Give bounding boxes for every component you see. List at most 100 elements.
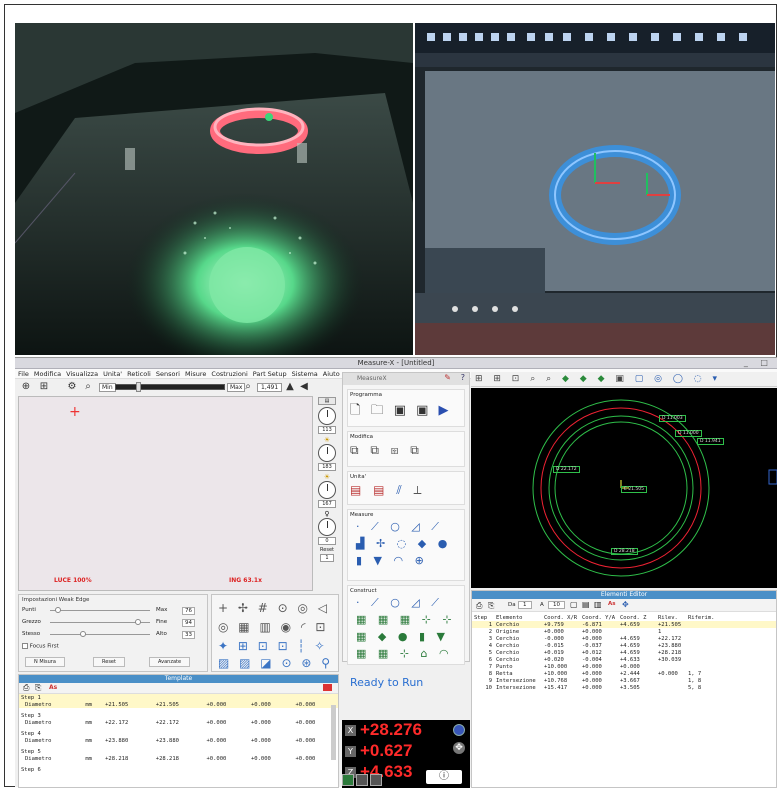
- a-field[interactable]: 10: [548, 601, 565, 609]
- lamp-icon: ♀: [324, 510, 330, 518]
- tool-row-2[interactable]: ◎ ▦ ▥ ◉ ◜ ⊡: [218, 620, 328, 634]
- export-icon-2[interactable]: ⎘: [488, 601, 494, 611]
- menu-sistema[interactable]: Sistema: [292, 370, 318, 378]
- reset-field[interactable]: 1: [320, 554, 334, 562]
- menu-unita[interactable]: Unita': [103, 370, 122, 378]
- menu-reticoli[interactable]: Reticoli: [127, 370, 151, 378]
- edge-value-stesso[interactable]: 33: [182, 631, 195, 639]
- eraser-icon[interactable]: ✎: [444, 373, 451, 382]
- zoom-slider[interactable]: [115, 382, 225, 392]
- green-button[interactable]: [342, 774, 354, 786]
- export-icon[interactable]: ⎘: [35, 683, 41, 693]
- element-cell-r: +30.039: [658, 656, 682, 663]
- edge-value-grezzo[interactable]: 94: [182, 619, 195, 627]
- camera-icon[interactable]: ⊕: [19, 381, 33, 392]
- target-icon[interactable]: [453, 724, 465, 736]
- element-cell-ref: [686, 628, 776, 635]
- element-row[interactable]: 10 Intersezione +15.417 +0.000 +3.505 5, 8: [472, 684, 776, 691]
- zoom-icon[interactable]: ⌕: [81, 381, 95, 392]
- reset-button[interactable]: Reset: [93, 657, 125, 667]
- gray-button-2[interactable]: [370, 774, 382, 786]
- menu-visualizza[interactable]: Visualizza: [66, 370, 98, 378]
- da-field[interactable]: 1: [518, 601, 532, 609]
- menu-modifica[interactable]: Modifica: [34, 370, 61, 378]
- col-elemento: Elemento: [496, 614, 523, 621]
- list-icon-1[interactable]: ▢: [570, 600, 578, 609]
- gauge-dial-2[interactable]: [318, 444, 336, 462]
- gauge-dial-1[interactable]: [318, 407, 336, 425]
- element-cell-n: 6: [488, 656, 492, 663]
- modifica-icons[interactable]: ⧉ ⧉ ⧆ ⧉: [350, 443, 462, 458]
- template-step-row[interactable]: Step 4: [19, 730, 338, 737]
- edge-slider-grezzo[interactable]: [50, 619, 150, 625]
- graphic-toolbar[interactable]: ⊞ ⊞ ⊡ ⌕ ⌕ ◆ ◆ ◆ ▣ ▢ ◎ ◯ ◌ ▾: [471, 372, 777, 387]
- gauge-dial-4[interactable]: [318, 518, 336, 536]
- menu-misure[interactable]: Misure: [185, 370, 206, 378]
- template-scrollbar[interactable]: [331, 705, 336, 760]
- as-badge-2[interactable]: As: [608, 601, 616, 607]
- graphic-canvas[interactable]: D 11.003 D 11.000 D 11.941 D 22.172 E 21…: [471, 388, 778, 588]
- element-cell-x: +10.000: [544, 670, 568, 677]
- menu-sensori[interactable]: Sensori: [156, 370, 180, 378]
- construct-icons[interactable]: · ⟋ ○ ◿ ⟋ ▦ ▦ ▦ ⊹ ⊹ ▦ ◆ ● ▮ ▼ ▦ ▦ ⊹ ⌂ ◠: [350, 594, 462, 662]
- menu-part-setup[interactable]: Part Setup: [253, 370, 287, 378]
- menu-aiuto[interactable]: Aiuto: [323, 370, 340, 378]
- as-badge[interactable]: As: [49, 684, 57, 691]
- menu-costruzioni[interactable]: Costruzioni: [211, 370, 247, 378]
- edge-label-punti: Punti: [22, 607, 36, 613]
- zoom-slider-thumb[interactable]: [136, 382, 141, 392]
- edge-value-punti[interactable]: 76: [182, 607, 195, 615]
- element-row[interactable]: 4 Cerchio -0.015 -0.037 +4.659 +23.880: [472, 642, 776, 649]
- settings-icon[interactable]: ⚙: [65, 381, 79, 392]
- template-step-row[interactable]: Step 5: [19, 748, 338, 755]
- list-icon-3[interactable]: ▥: [594, 600, 602, 609]
- template-cell-name: Diametro: [25, 737, 52, 744]
- menu-file[interactable]: File: [18, 370, 29, 378]
- zoom-icon-2[interactable]: ⌕: [241, 381, 255, 392]
- template-step-row[interactable]: Step 1: [19, 694, 338, 701]
- list-icon-2[interactable]: ▤: [582, 600, 590, 609]
- app-window: Measure-X - [Untitled] _ □ File Modifica…: [15, 357, 778, 788]
- print-icon[interactable]: ⎙: [23, 683, 29, 693]
- element-row[interactable]: 7 Punto +10.000 +0.000 +0.000: [472, 663, 776, 670]
- info-icon[interactable]: ⓘ: [426, 770, 462, 784]
- programma-icons[interactable]: 🗋 🗀 ▣ ▣ ▶: [350, 401, 462, 423]
- unita-icons[interactable]: ▤ ▤ ⫽ ⟂: [350, 483, 462, 498]
- edge-slider-stesso[interactable]: [50, 631, 150, 637]
- template-step-row[interactable]: Step 3: [19, 712, 338, 719]
- element-row[interactable]: 1 Cerchio +9.759 -6.871 +4.659 +21.505: [472, 621, 776, 628]
- tool-row-3[interactable]: ✦ ⊞ ⊡ ⊡ ┆ ✧: [218, 639, 328, 653]
- camera-view[interactable]: + LUCE 100% ING 63.1x: [18, 396, 313, 591]
- help-icon[interactable]: ?: [461, 373, 465, 382]
- gray-button-1[interactable]: [356, 774, 368, 786]
- x-axis-icon[interactable]: X: [345, 724, 356, 736]
- measure-icons[interactable]: · ⟋ ○ ◿ ⟋ ▟ ✢ ◌ ◆ ● ▮ ▼ ◠ ⊕: [350, 518, 462, 569]
- element-row[interactable]: 8 Retta +10.000 +0.000 +2.444 +0.000 1, 7: [472, 670, 776, 677]
- n-misura-button[interactable]: N Misura: [25, 657, 65, 667]
- triangle-icon[interactable]: ▲: [283, 381, 297, 392]
- template-cell-unit: mm: [85, 737, 92, 744]
- element-cell-y: +0.012: [582, 649, 602, 656]
- element-row[interactable]: 6 Cerchio +0.020 -0.004 +4.633 +30.039: [472, 656, 776, 663]
- element-row[interactable]: 5 Cerchio +0.019 +0.012 +4.659 +28.218: [472, 649, 776, 656]
- focus-first-checkbox[interactable]: Focus First: [22, 643, 59, 650]
- tool-row-1[interactable]: + ✢ # ⊙ ◎ ◁: [218, 601, 330, 615]
- arrow-icon[interactable]: ◀: [297, 381, 311, 392]
- print-icon-2[interactable]: ⎙: [476, 601, 482, 611]
- grid-icon[interactable]: ⊞: [37, 381, 51, 392]
- tool-row-4[interactable]: ▨ ▨ ◪ ⊙ ⊛ ⚲: [218, 656, 333, 670]
- avanzate-button[interactable]: Avanzate: [149, 657, 191, 667]
- filter-icon[interactable]: ✥: [622, 600, 629, 609]
- zoom-value-field[interactable]: 1,491: [257, 383, 283, 392]
- y-axis-icon[interactable]: Y: [345, 745, 356, 757]
- edge-slider-punti[interactable]: [50, 607, 150, 613]
- element-row[interactable]: 9 Intersezione +10.768 +0.000 +3.667 1, 8: [472, 677, 776, 684]
- gauge-dial-3[interactable]: [318, 481, 336, 499]
- element-row[interactable]: 2 Origine +0.000 +0.000 1: [472, 628, 776, 635]
- template-step-row[interactable]: Step 6: [19, 766, 338, 773]
- element-row[interactable]: 3 Cerchio -0.000 +0.000 +4.659 +22.172: [472, 635, 776, 642]
- gauge-menu-button[interactable]: ▤: [318, 397, 336, 405]
- red-flag-icon[interactable]: [323, 684, 332, 691]
- window-controls[interactable]: _ □: [744, 358, 773, 367]
- move-icon[interactable]: ✥: [453, 742, 465, 754]
